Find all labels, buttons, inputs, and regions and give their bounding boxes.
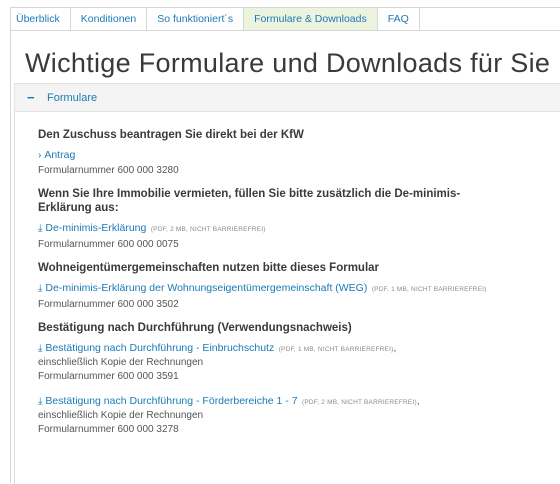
section-de-minimis: Wenn Sie Ihre Immobilie vermieten, fülle…	[38, 187, 560, 250]
tab-bar: Überblick Konditionen So funktioniert´s …	[11, 8, 560, 31]
page-title: Wichtige Formulare und Downloads für Sie	[25, 48, 551, 78]
forms-panel-header[interactable]: − Formulare	[15, 84, 560, 112]
tab-overview[interactable]: Überblick	[11, 8, 71, 30]
file-meta: (PDF, 2 MB, NICHT BARRIEREFREI)	[302, 399, 417, 406]
form-number: Formularnummer 600 000 3502	[38, 299, 179, 310]
form-number: Formularnummer 600 000 3280	[38, 165, 179, 176]
file-meta: (PDF, 1 MB, NICHT BARRIEREFREI)	[278, 346, 394, 353]
section-verwendungsnachweis: Bestätigung nach Durchführung (Verwendun…	[38, 321, 560, 435]
download-item: ⤓ Bestätigung nach Durchführung - Förderb…	[38, 393, 560, 435]
item-note: einschließlich Kopie der Rechnungen	[38, 410, 204, 421]
panel-body: Den Zuschuss beantragen Sie direkt bei d…	[15, 112, 560, 435]
download-item: ⤓ Bestätigung nach Durchführung - Einbruc…	[38, 340, 560, 382]
section-heading: Wenn Sie Ihre Immobilie vermieten, fülle…	[38, 188, 461, 214]
section-heading: Bestätigung nach Durchführung (Verwendun…	[38, 322, 352, 334]
section-heading: Den Zuschuss beantragen Sie direkt bei d…	[38, 129, 304, 141]
form-number: Formularnummer 600 000 3278	[38, 424, 179, 435]
item-note: einschließlich Kopie der Rechnungen	[38, 357, 204, 368]
trailing-comma: ,	[393, 343, 397, 354]
download-item: ⤓ De-minimis-Erklärung (PDF, 2 MB, NICHT …	[38, 220, 560, 250]
weg-de-minimis-link[interactable]: De-minimis-Erklärung der Wohnungseigentü…	[45, 282, 367, 294]
collapse-icon[interactable]: −	[27, 90, 37, 105]
chevron-right-icon: ›	[38, 150, 42, 161]
de-minimis-link[interactable]: De-minimis-Erklärung	[45, 222, 146, 234]
tab-faq[interactable]: FAQ	[378, 8, 420, 30]
antrag-link[interactable]: Antrag	[44, 149, 75, 161]
file-meta: (PDF, 2 MB, NICHT BARRIEREFREI)	[150, 226, 266, 233]
form-number: Formularnummer 600 000 0075	[38, 239, 179, 250]
trailing-comma: ,	[416, 396, 420, 407]
tab-forms-downloads[interactable]: Formulare & Downloads	[244, 8, 378, 30]
section-weg: Wohneigentümergemeinschaften nutzen bitt…	[38, 261, 560, 310]
download-icon: ⤓	[38, 223, 43, 234]
einbruchschutz-link[interactable]: Bestätigung nach Durchführung - Einbruch…	[45, 342, 274, 354]
download-icon: ⤓	[38, 283, 43, 294]
foerderbereiche-link[interactable]: Bestätigung nach Durchführung - Förderbe…	[45, 395, 297, 407]
download-icon: ⤓	[38, 343, 43, 354]
download-item: › Antrag Formularnummer 600 000 3280	[38, 147, 560, 176]
form-number: Formularnummer 600 000 3591	[38, 371, 179, 382]
download-item: ⤓ De-minimis-Erklärung der Wohnungseigent…	[38, 280, 560, 310]
section-heading: Wohneigentümergemeinschaften nutzen bitt…	[38, 262, 380, 274]
file-meta: (PDF, 1 MB, NICHT BARRIEREFREI)	[371, 286, 487, 293]
download-icon: ⤓	[38, 396, 43, 407]
tab-how-it-works[interactable]: So funktioniert´s	[147, 8, 245, 30]
section-antrag: Den Zuschuss beantragen Sie direkt bei d…	[38, 128, 560, 176]
panel-title: Formulare	[47, 91, 98, 104]
forms-panel: − Formulare Den Zuschuss beantragen Sie …	[14, 83, 560, 484]
tab-conditions[interactable]: Konditionen	[71, 8, 148, 30]
